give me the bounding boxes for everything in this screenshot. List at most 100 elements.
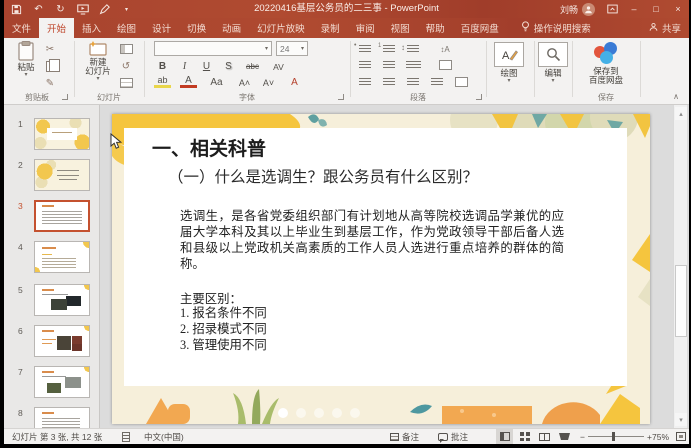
slide-body[interactable]: 选调生，是各省党委组织部门有计划地从高等院校选调品学兼优的应届大学本科及其以上毕… <box>180 208 564 272</box>
format-painter-button[interactable]: ✎ <box>42 76 58 90</box>
view-sorter-button[interactable] <box>516 429 533 444</box>
zoom-slider-thumb[interactable] <box>612 432 615 441</box>
scroll-up-icon[interactable]: ▴ <box>675 107 687 120</box>
zoom-slider[interactable] <box>588 432 644 441</box>
slide[interactable]: 一、相关科普 （一）什么是选调生？跟公务员有什么区别？ 选调生，是各省党委组织部… <box>112 114 650 424</box>
view-normal-button[interactable] <box>496 429 513 444</box>
slide-thumbnail[interactable] <box>34 325 90 357</box>
slide-thumbnail[interactable] <box>34 118 90 150</box>
tab-file[interactable]: 文件 <box>4 18 39 38</box>
font-size-combo[interactable]: 24 ▾ <box>276 41 308 56</box>
reset-button[interactable]: ↺ <box>118 59 134 73</box>
font-color-button[interactable]: A <box>180 75 197 88</box>
redo-icon[interactable]: ↻ <box>54 3 67 16</box>
avatar[interactable] <box>582 3 595 16</box>
section-button[interactable] <box>118 76 134 90</box>
new-slide-button[interactable]: 新建 幻灯片 ▾ <box>80 41 116 82</box>
dialog-launcher-icon[interactable] <box>476 94 482 100</box>
decrease-font-button[interactable]: A˅ <box>260 75 277 90</box>
decrease-indent-button[interactable] <box>356 58 374 72</box>
close-button[interactable]: × <box>667 0 689 18</box>
maximize-button[interactable]: □ <box>645 0 667 18</box>
draw-tools-button[interactable]: A <box>494 42 524 67</box>
clear-format-button[interactable]: A <box>286 75 303 90</box>
tab-transitions[interactable]: 切换 <box>179 18 214 38</box>
slide-thumbnail-selected[interactable] <box>34 200 90 232</box>
layout-button[interactable] <box>118 42 134 56</box>
baidu-save-button[interactable]: 保存到 百度网盘 <box>582 67 630 85</box>
font-name-combo[interactable]: ▾ <box>154 41 272 56</box>
slide-thumbnail[interactable] <box>34 284 90 316</box>
tell-me-search[interactable]: 操作说明搜索 <box>521 18 591 38</box>
dialog-launcher-icon[interactable] <box>338 94 344 100</box>
line-spacing-button[interactable] <box>404 42 422 56</box>
minimize-button[interactable]: – <box>623 0 645 18</box>
tab-baidu-netdisk[interactable]: 百度网盘 <box>453 18 507 38</box>
align-text-button[interactable] <box>436 58 454 72</box>
copy-button[interactable] <box>42 59 58 73</box>
comments-button[interactable]: 批注 <box>438 429 468 444</box>
change-case-button[interactable]: Aa <box>208 75 225 90</box>
tab-animations[interactable]: 动画 <box>214 18 249 38</box>
collapse-ribbon-icon[interactable]: ∧ <box>673 92 679 101</box>
view-slideshow-button[interactable] <box>556 429 573 444</box>
accessibility-button[interactable] <box>122 429 130 444</box>
fit-to-window-button[interactable] <box>676 429 686 444</box>
tab-design[interactable]: 设计 <box>144 18 179 38</box>
bullets-button[interactable] <box>356 42 374 56</box>
view-reading-button[interactable] <box>536 429 553 444</box>
dialog-launcher-icon[interactable] <box>62 94 68 100</box>
align-left-button[interactable] <box>356 75 374 89</box>
ribbon-display-options-icon[interactable] <box>601 0 623 18</box>
notes-button[interactable]: 备注 <box>390 429 419 444</box>
zoom-out-button[interactable]: − <box>580 432 585 442</box>
underline-button[interactable]: U <box>198 59 215 74</box>
share-label: 共享 <box>662 21 681 35</box>
editing-button[interactable] <box>538 42 568 67</box>
align-right-button[interactable] <box>404 75 422 89</box>
cut-button[interactable]: ✂ <box>42 42 58 56</box>
vertical-scrollbar[interactable]: ▴ ▾ <box>673 105 687 428</box>
convert-smartart-button[interactable] <box>452 75 470 89</box>
tab-slideshow[interactable]: 幻灯片放映 <box>249 18 313 38</box>
tab-review[interactable]: 审阅 <box>348 18 383 38</box>
account-chip[interactable]: 刘畅 <box>560 3 595 16</box>
zoom-level[interactable]: 75% <box>652 429 669 444</box>
character-spacing-button[interactable]: AV <box>270 59 287 74</box>
align-center-button[interactable] <box>380 75 398 89</box>
paste-button[interactable]: 粘贴 ▾ <box>12 41 40 78</box>
text-shadow-button[interactable]: S <box>220 59 237 74</box>
language-status[interactable]: 中文(中国) <box>144 429 184 444</box>
qat-customize-icon[interactable]: ▾ <box>120 3 133 16</box>
scroll-down-icon[interactable]: ▾ <box>675 413 687 426</box>
columns-button[interactable] <box>404 58 422 72</box>
bold-button[interactable]: B <box>154 59 171 74</box>
tab-view[interactable]: 视图 <box>383 18 418 38</box>
scrollbar-thumb[interactable] <box>675 265 687 337</box>
increase-indent-button[interactable] <box>380 58 398 72</box>
text-direction-button[interactable]: ↕A <box>436 42 454 56</box>
justify-button[interactable] <box>428 75 446 89</box>
undo-icon[interactable]: ↶ <box>32 3 45 16</box>
save-icon[interactable] <box>10 3 23 16</box>
tab-draw[interactable]: 绘图 <box>109 18 144 38</box>
slide-thumbnail[interactable] <box>34 241 90 273</box>
slide-list[interactable]: 1. 报名条件不同 2. 招录模式不同 3. 管理使用不同 <box>180 305 267 353</box>
share-button[interactable]: 共享 <box>649 18 681 38</box>
slide-thumbnail[interactable] <box>34 366 90 398</box>
highlight-button[interactable]: ab <box>154 75 171 88</box>
slide-thumbnail[interactable] <box>34 159 90 191</box>
numbering-button[interactable] <box>380 42 398 56</box>
increase-font-button[interactable]: A˄ <box>236 75 253 90</box>
tab-help[interactable]: 帮助 <box>418 18 453 38</box>
strikethrough-button[interactable]: abc <box>244 59 261 74</box>
tab-record[interactable]: 录制 <box>313 18 348 38</box>
slide-title[interactable]: 一、相关科普 <box>152 134 266 161</box>
tab-insert[interactable]: 插入 <box>74 18 109 38</box>
italic-button[interactable]: I <box>176 59 193 74</box>
slide-thumbnail[interactable] <box>34 407 90 428</box>
start-slideshow-icon[interactable] <box>76 3 89 16</box>
tab-home[interactable]: 开始 <box>39 18 74 38</box>
slide-subtitle[interactable]: （一）什么是选调生？跟公务员有什么区别？ <box>168 165 478 187</box>
pen-annotate-icon[interactable] <box>98 3 111 16</box>
